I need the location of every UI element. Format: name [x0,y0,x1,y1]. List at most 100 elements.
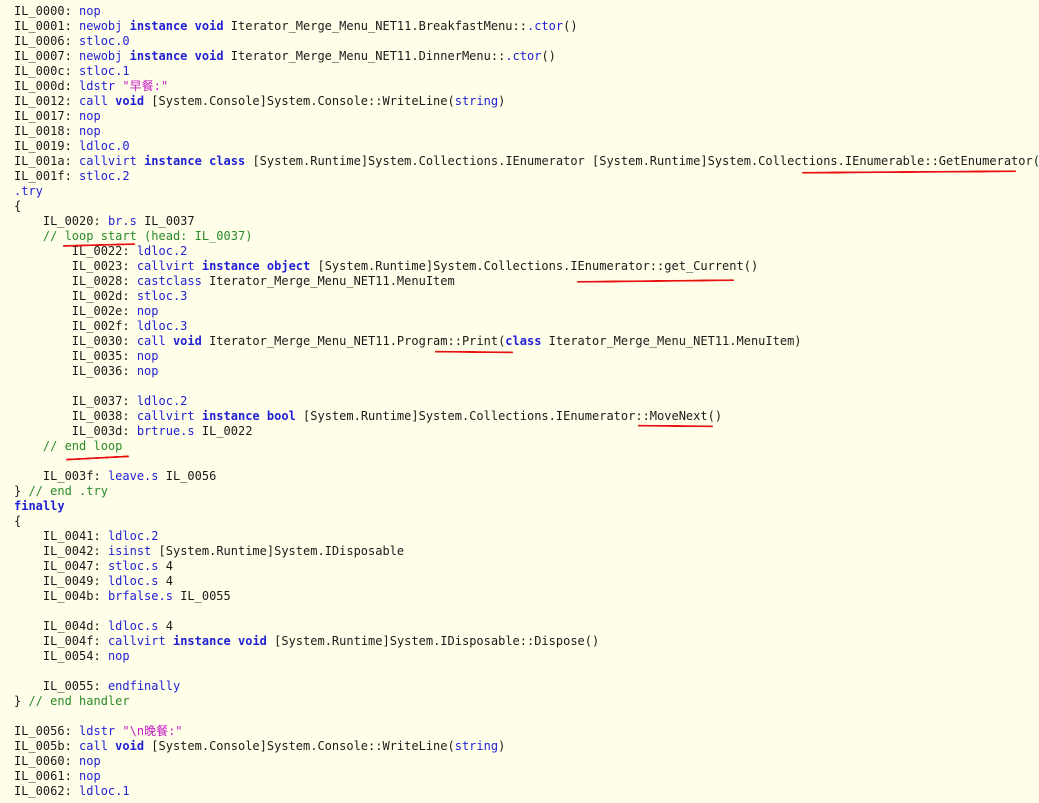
code-line: IL_004b: brfalse.s IL_0055 [14,589,231,604]
code-line: IL_0041: ldloc.2 [14,529,159,544]
il-keyword: void [194,49,231,63]
il-keyword: bool [266,409,304,423]
il-label: IL_001a: [14,154,80,168]
il-keyword: void [194,19,231,33]
il-keyword: instance [201,259,267,273]
code-text: IL_0055 [180,589,231,603]
il-opcode: .try [14,184,43,198]
code-line: IL_0018: nop [14,124,101,139]
code-line: IL_000c: stloc.1 [14,64,130,79]
code-line: IL_0037: ldloc.2 [14,394,188,409]
il-opcode: endfinally [107,679,181,693]
code-line: IL_0038: callvirt instance bool [System.… [14,409,722,424]
code-line: IL_0060: nop [14,754,101,769]
il-opcode: callvirt [136,409,202,423]
il-opcode: ldloc.2 [136,244,188,258]
il-opcode: ldstr [79,79,123,93]
code-line: IL_0061: nop [14,769,101,784]
code-text: () [563,19,578,33]
il-label: IL_0038: [71,409,137,423]
il-opcode: stloc.1 [79,64,130,78]
il-opcode: stloc.s [107,559,166,573]
il-label: IL_0042: [42,544,108,558]
code-comment: // end .try [28,484,108,498]
il-label: IL_0036: [71,364,137,378]
code-line: IL_0035: nop [14,349,159,364]
il-label: IL_0019: [14,139,80,153]
il-opcode: callvirt [79,154,145,168]
il-label: IL_0047: [42,559,108,573]
code-text: 4 [165,574,173,588]
il-label: IL_0037: [71,394,137,408]
il-opcode: stloc.0 [79,34,130,48]
il-label: IL_004d: [42,619,108,633]
code-line: IL_0047: stloc.s 4 [14,559,173,574]
code-text: [System.Runtime]System.Collections.IEnum… [252,154,1039,168]
il-opcode: nop [79,769,101,783]
code-line: IL_0006: stloc.0 [14,34,130,49]
il-label: IL_005b: [14,739,80,753]
il-opcode: ldloc.0 [79,139,130,153]
code-line: IL_0055: endfinally [14,679,180,694]
code-line: finally [14,499,65,514]
il-opcode: .ctor [526,19,564,33]
il-opcode: callvirt [107,634,173,648]
code-line: IL_003f: leave.s IL_0056 [14,469,216,484]
code-line: } // end handler [14,694,130,709]
il-keyword: finally [14,499,65,513]
code-text: } [14,484,29,498]
il-label: IL_0055: [42,679,108,693]
code-line: IL_0000: nop [14,4,101,19]
il-label: IL_0054: [42,649,108,663]
il-opcode: leave.s [107,469,166,483]
il-opcode: string [454,94,499,108]
code-comment: // end loop [42,439,123,453]
il-label: IL_0056: [14,724,80,738]
code-line: IL_004d: ldloc.s 4 [14,619,173,634]
il-opcode: ldloc.2 [107,529,159,543]
code-line: IL_001f: stloc.2 [14,169,130,184]
il-label: IL_0028: [71,274,137,288]
il-label: IL_002f: [71,319,137,333]
code-text: [System.Runtime]System.Collections.IEnum… [317,259,759,273]
il-keyword: void [238,634,275,648]
il-opcode: brtrue.s [136,424,202,438]
code-line: } // end .try [14,484,108,499]
il-opcode: string [454,739,499,753]
il-opcode: nop [136,349,159,363]
code-line: IL_0023: callvirt instance object [Syste… [14,259,758,274]
il-opcode: nop [136,364,159,378]
code-line: IL_0056: ldstr "\n晚餐:" [14,724,183,739]
code-comment: // end handler [28,694,130,708]
code-line: IL_003d: brtrue.s IL_0022 [14,424,253,439]
il-opcode: newobj [79,19,130,33]
code-line: // end loop [14,439,122,454]
code-line: IL_0028: castclass Iterator_Merge_Menu_N… [14,274,455,289]
il-opcode: call [79,94,116,108]
il-opcode: nop [79,4,101,18]
il-label: IL_0023: [71,259,137,273]
il-opcode: nop [79,754,101,768]
il-label: IL_0007: [14,49,80,63]
il-opcode: nop [79,124,101,138]
code-line: IL_0001: newobj instance void Iterator_M… [14,19,578,34]
il-label: IL_0035: [71,349,137,363]
code-comment: // loop start (head: IL_0037) [42,229,253,243]
code-text: { [14,514,22,528]
code-line: IL_0017: nop [14,109,101,124]
code-text: [System.Runtime]System.IDisposable [158,544,405,558]
il-keyword: instance [201,409,267,423]
il-label: IL_000c: [14,64,80,78]
il-label: IL_0012: [14,94,80,108]
il-opcode: br.s [107,214,145,228]
code-line: IL_004f: callvirt instance void [System.… [14,634,599,649]
il-label: IL_0018: [14,124,80,138]
